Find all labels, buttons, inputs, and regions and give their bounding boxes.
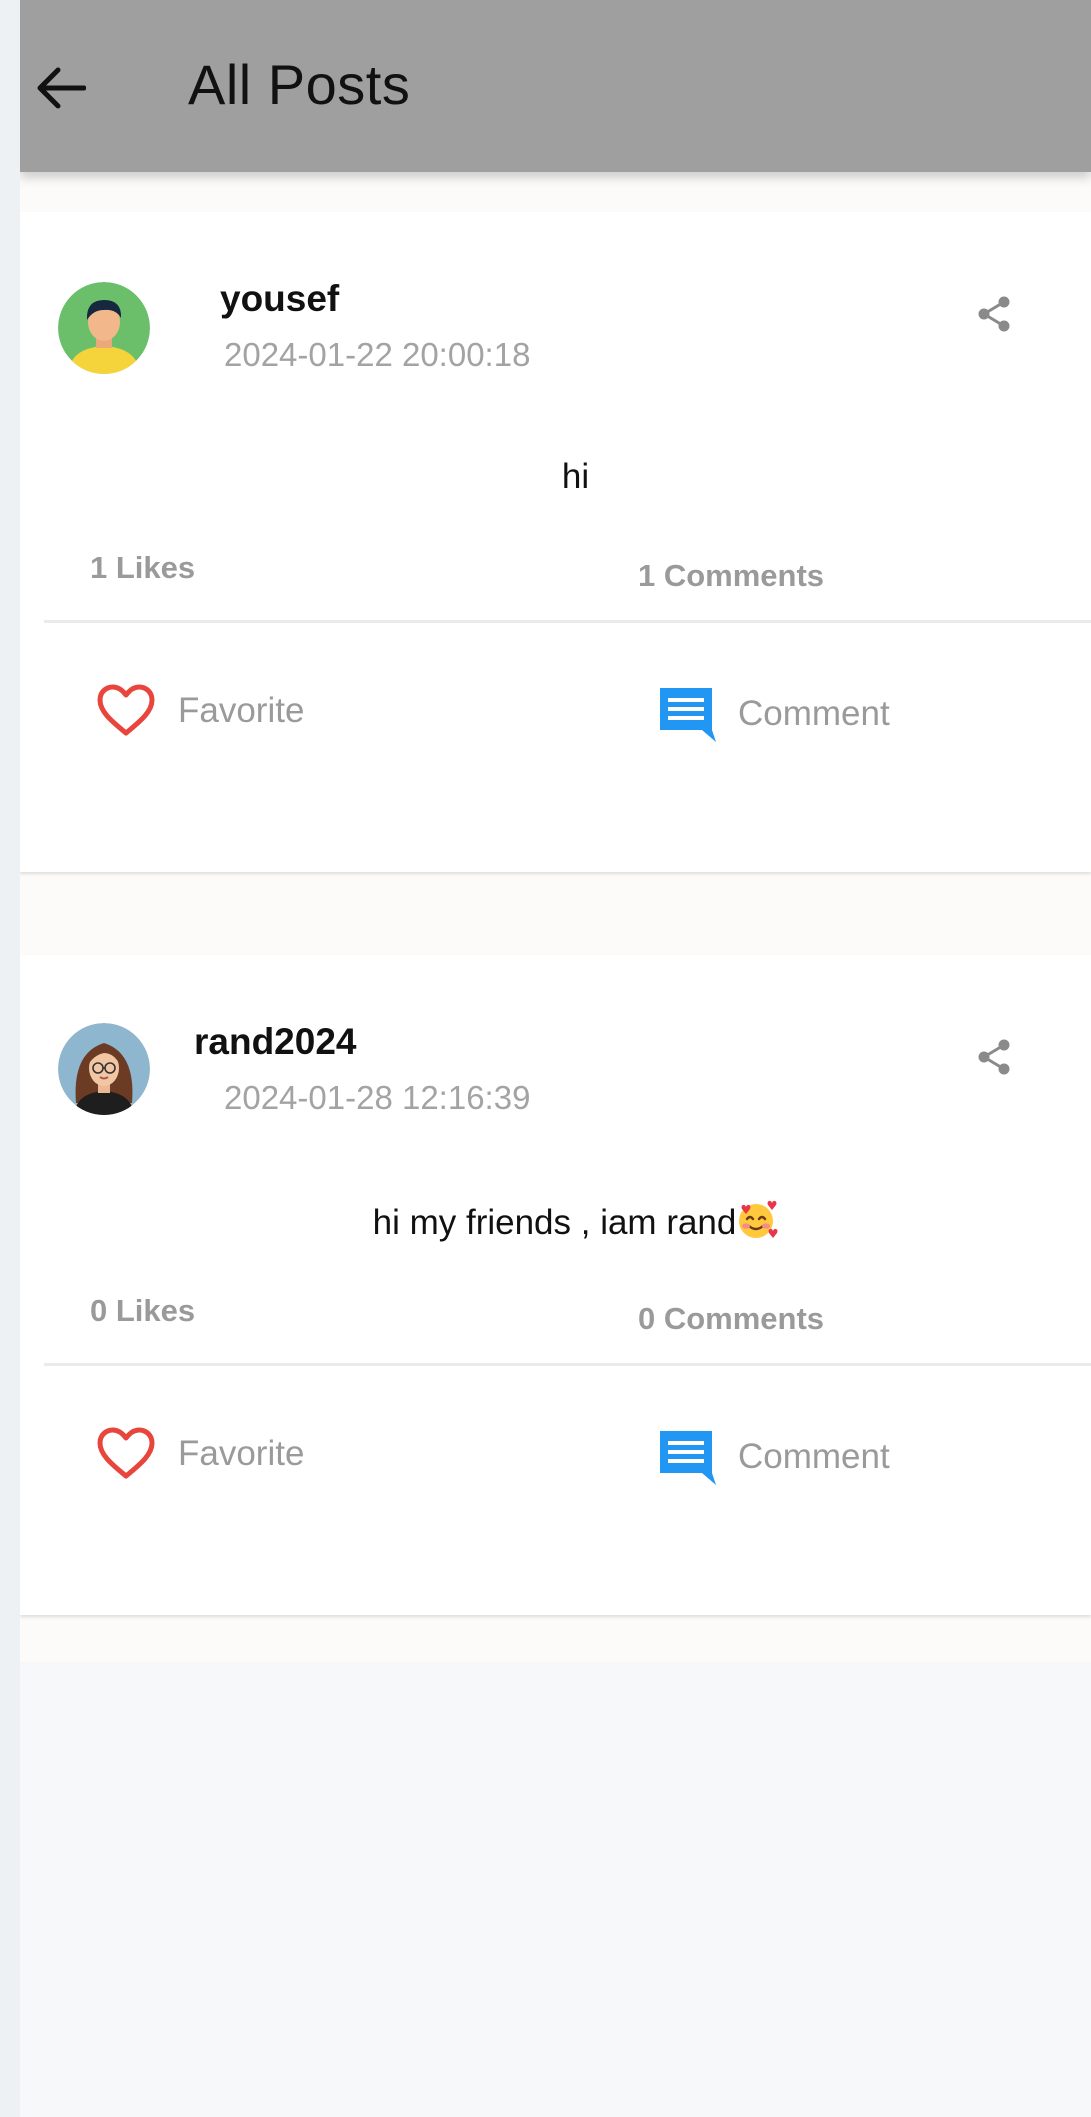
male-avatar-icon [58,282,150,374]
back-button[interactable] [28,56,92,120]
post-card: yousef 2024-01-22 20:00:18 hi 1 Likes 1 … [20,212,1091,872]
comment-icon [660,1431,716,1485]
post-card: rand2024 2024-01-28 12:16:39 hi my frien… [20,955,1091,1615]
likes-count[interactable]: 0 Likes [90,1293,195,1329]
comment-label: Comment [738,694,890,733]
likes-count[interactable]: 1 Likes [90,550,195,586]
post-timestamp: 2024-01-22 20:00:18 [224,336,531,373]
avatar[interactable] [58,282,150,374]
post-text: hi [561,457,590,496]
share-icon [978,296,1010,332]
page-title: All Posts [188,53,411,116]
favorite-button[interactable]: Favorite [96,684,304,738]
smiling-face-with-hearts-emoji [739,1200,778,1238]
favorite-label: Favorite [178,691,305,730]
avatar[interactable] [58,1023,150,1115]
divider [44,1363,1091,1366]
comment-button[interactable]: Comment [656,684,890,744]
post-username[interactable]: rand2024 [194,1021,357,1063]
female-avatar-icon [58,1023,150,1115]
share-button[interactable] [972,292,1016,336]
post-text-row: hi my friends , iam rand [20,1200,1091,1243]
heart-outline-icon [97,684,155,736]
posts-screen: All Posts yousef 2024-01-22 20:00:18 hi … [20,0,1091,2117]
comment-label: Comment [738,1437,890,1476]
favorite-button[interactable]: Favorite [96,1427,304,1481]
divider [44,620,1091,623]
heart-outline-icon [97,1427,155,1479]
comment-icon [660,688,716,742]
comments-count[interactable]: 0 Comments [638,1301,824,1337]
post-timestamp: 2024-01-28 12:16:39 [224,1079,531,1116]
app-bar: All Posts [20,0,1091,172]
arrow-left-icon [37,67,86,109]
post-text: hi my friends , iam rand [372,1203,737,1242]
share-button[interactable] [972,1035,1016,1079]
comments-count[interactable]: 1 Comments [638,558,824,594]
comment-button[interactable]: Comment [656,1427,890,1487]
post-username[interactable]: yousef [220,278,339,320]
share-icon [978,1039,1010,1075]
favorite-label: Favorite [178,1434,305,1473]
